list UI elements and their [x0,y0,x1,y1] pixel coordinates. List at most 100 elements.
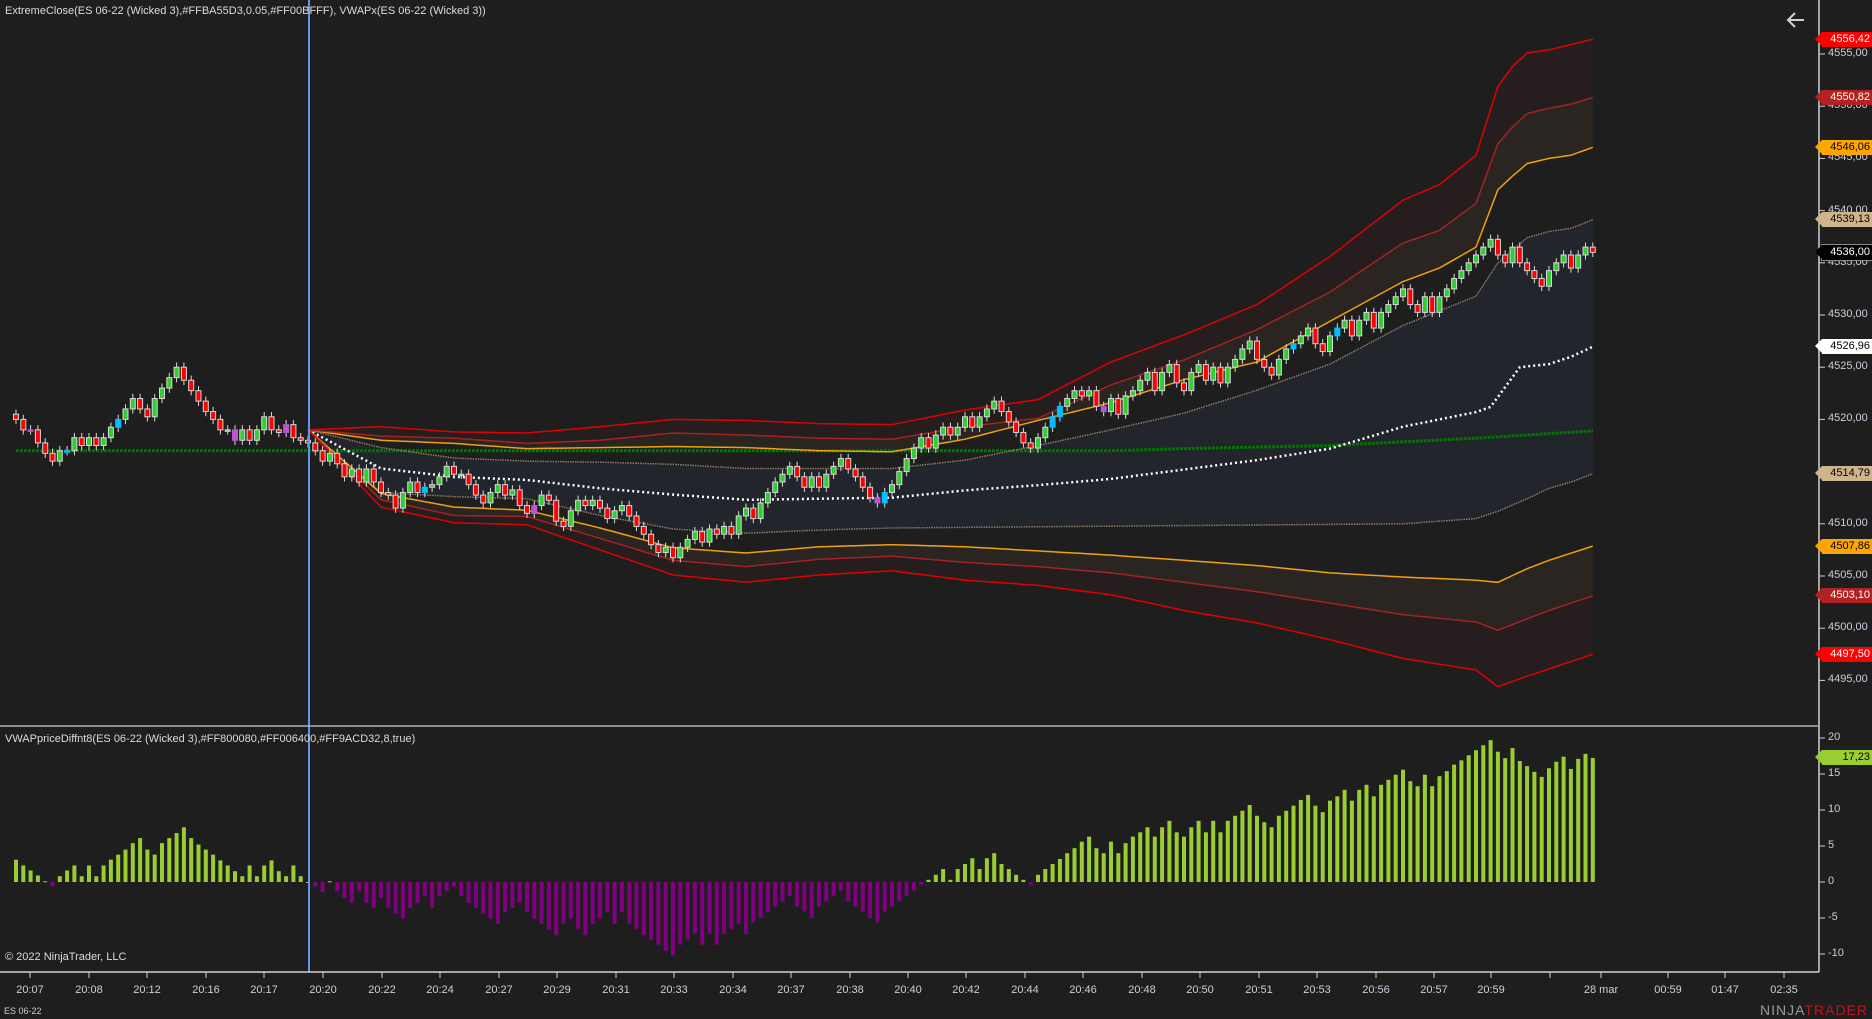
price-tick-label: 4510,00 [1828,516,1868,529]
candle-body [1480,246,1487,256]
histogram-bar [145,849,150,882]
histogram-bar [1160,827,1165,882]
histogram-bar [656,882,661,945]
histogram-bar [203,849,208,882]
histogram-bar [35,875,40,882]
candle-body [1575,254,1582,269]
histogram-bar [605,882,610,913]
histogram-bar [1138,832,1143,882]
arrow-left-icon[interactable] [1784,8,1808,32]
histogram-bar [1320,812,1325,882]
candle-body [1115,398,1122,415]
histogram-bar [1503,758,1508,882]
histogram-bar [1386,779,1391,882]
candle-body [1246,340,1253,350]
histogram-bar [1072,848,1077,882]
histogram-bar [1364,784,1369,882]
histogram-bar [780,882,785,902]
histogram-bar [663,882,668,952]
price-panel-title: ExtremeClose(ES 06-22 (Wicked 3),#FFBA55… [5,5,486,17]
histogram-bar [678,882,683,945]
histogram-bar [1094,848,1099,882]
histogram-bar [875,882,880,923]
candle-body [604,507,611,520]
candle-body [1567,254,1574,269]
time-tick-label: 20:56 [1362,984,1390,996]
histogram-bar [1298,799,1303,882]
candle-body [1421,296,1428,313]
time-tick-label: 28 mar [1583,984,1619,996]
histogram-bar [291,865,296,882]
histogram-bar [1218,832,1223,882]
price-tick-label: 4555,00 [1828,47,1868,59]
candle-body [575,499,582,512]
candle-body [867,486,874,499]
histogram-bar [1196,820,1201,882]
candle-body [1502,254,1509,264]
histogram-bar [488,882,493,919]
vwap-band-fills [308,39,1593,687]
candle-body [1538,277,1545,287]
histogram-bar [481,882,486,914]
candle-body [757,502,764,520]
candle-body [465,473,472,486]
candle-body [1188,371,1195,392]
histogram-bar [838,882,843,891]
histogram-bar [539,882,544,924]
histogram-bar [525,882,529,913]
candle-body [597,499,603,509]
candle-body [677,546,684,559]
candle-body [129,398,136,410]
candle-body [1297,335,1304,345]
histogram-bar [233,871,237,882]
histogram-bar [87,865,91,882]
histogram-bar [890,882,894,907]
histogram-bar [349,882,354,903]
price-marker: 4514,79 [1815,466,1872,482]
histogram-bar [1116,853,1121,882]
candle-body [232,429,238,441]
histogram-bar [1145,827,1150,882]
histogram-bar [254,876,259,882]
candle-body [1400,288,1406,298]
histogram-bar [510,882,515,908]
price-marker: 4497,50 [1815,646,1872,662]
candle-body [589,499,596,507]
histogram-bar [123,849,128,882]
candle-body [1494,238,1501,256]
candle-body [348,468,355,478]
histogram-bar [444,882,449,892]
candle-body [1275,358,1282,376]
candle-body [1217,366,1224,384]
histogram-bar [211,854,216,882]
histogram-bar [1101,853,1106,882]
candle-body [889,484,895,493]
histogram-bar [1517,761,1522,882]
candle-body [20,418,27,431]
histogram-bar [1342,789,1347,882]
histogram-bar [1087,836,1092,882]
histogram-bar [1357,789,1362,882]
candle-body [363,468,370,483]
indicator-tick-label: 15 [1828,767,1841,779]
indicator-tick-label: 10 [1828,803,1841,815]
candle-body [1268,366,1275,376]
price-marker: 4526,96 [1815,339,1872,355]
histogram-bar [108,859,113,882]
candle-body [261,416,268,431]
histogram-bar [313,882,318,887]
candle-body [618,505,625,512]
chart-canvas[interactable] [0,0,1872,1019]
candle-body [837,458,844,467]
candle-body [1173,364,1180,384]
copyright-text: © 2022 NinjaTrader, LLC [5,951,127,963]
candle-body [1166,364,1173,373]
time-tick-label: 20:48 [1128,984,1156,996]
histogram-bar [1262,822,1267,882]
histogram-bar [911,882,916,891]
candle-body [487,491,494,504]
histogram-bar [1408,781,1413,882]
candle-body [1232,358,1239,368]
histogram-bar [1525,766,1530,882]
histogram-bar [619,882,624,913]
